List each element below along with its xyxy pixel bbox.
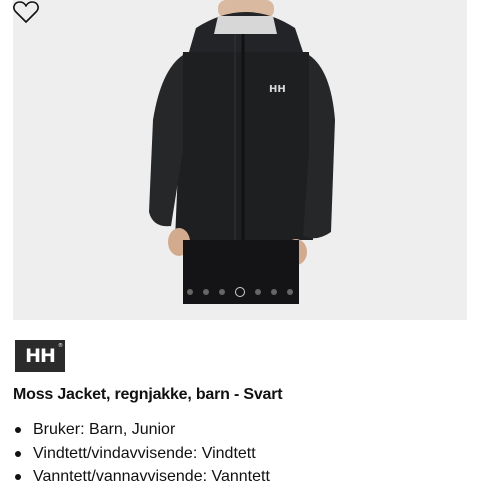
carousel-dot[interactable]	[271, 289, 277, 295]
carousel-dots	[13, 286, 467, 298]
brand-logo-registered-mark: ®	[58, 343, 63, 349]
carousel-dot[interactable]	[255, 289, 261, 295]
carousel-dot[interactable]	[287, 289, 293, 295]
brand-logo[interactable]: HH ®	[15, 340, 65, 372]
carousel-dot[interactable]	[203, 289, 209, 295]
product-title: Moss Jacket, regnjakke, barn - Svart	[13, 386, 283, 403]
carousel-dot[interactable]	[187, 289, 193, 295]
product-image[interactable]: HH	[13, 0, 467, 320]
brand-logo-text: HH	[25, 345, 56, 367]
feature-item: Vindtett/vindavvisende: Vindtett	[13, 442, 270, 466]
feature-list: Bruker: Barn, Junior Vindtett/vindavvise…	[13, 418, 270, 489]
feature-item: Vanntett/vannavvisende: Vanntett	[13, 465, 270, 489]
jacket-photo: HH	[149, 0, 335, 304]
feature-item: Bruker: Barn, Junior	[13, 418, 270, 442]
carousel-dot[interactable]	[235, 287, 245, 297]
carousel-dot[interactable]	[219, 289, 225, 295]
heart-icon[interactable]	[13, 0, 39, 24]
chest-logo: HH	[269, 84, 286, 95]
